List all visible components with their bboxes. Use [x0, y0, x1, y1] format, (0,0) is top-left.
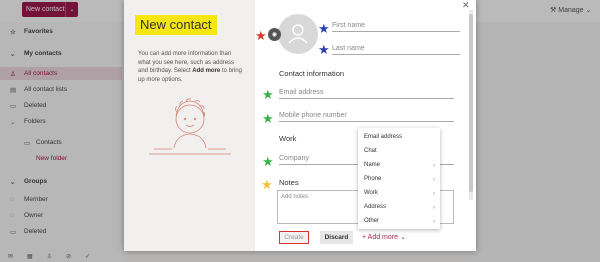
person-icon — [288, 24, 308, 44]
chevron-down-icon: ⌄ — [398, 234, 406, 241]
chevron-right-icon: › — [432, 161, 435, 169]
menu-item-label: Work — [364, 190, 378, 196]
contact-information-heading: Contact information — [279, 69, 345, 78]
menu-item-label: Chat — [364, 148, 377, 154]
menu-item-phone[interactable]: Phone › — [358, 172, 440, 186]
menu-item-work[interactable]: Work › — [358, 186, 440, 200]
dialog-description: You can add more information than what y… — [138, 50, 244, 84]
yellow-star-icon: ★ — [261, 177, 273, 192]
email-field[interactable]: Email address — [279, 89, 454, 99]
description-bold: Add more — [192, 68, 221, 74]
avatar[interactable] — [278, 14, 318, 54]
chevron-right-icon: › — [432, 203, 435, 211]
chevron-right-icon: › — [432, 189, 435, 197]
chevron-right-icon: › — [432, 175, 435, 183]
menu-item-other[interactable]: Other › — [358, 214, 440, 228]
menu-item-label: Name — [364, 162, 381, 168]
chevron-right-icon: › — [432, 217, 435, 225]
person-illustration — [149, 98, 231, 155]
scrollbar-thumb[interactable] — [469, 14, 473, 192]
notes-heading: Notes — [279, 178, 299, 187]
work-heading: Work — [279, 134, 297, 143]
green-star-icon: ★ — [262, 154, 274, 169]
add-more-label: Add more — [367, 234, 399, 241]
green-star-icon: ★ — [262, 111, 274, 126]
menu-item-label: Phone — [364, 176, 382, 182]
menu-item-chat[interactable]: Chat — [358, 144, 440, 158]
green-star-icon: ★ — [262, 87, 274, 102]
camera-icon[interactable]: ◉ — [268, 28, 281, 41]
new-contact-dialog: New contact You can add more information… — [124, 0, 476, 251]
first-name-field[interactable]: First name — [332, 22, 460, 32]
menu-item-email-address[interactable]: Email address — [358, 130, 440, 144]
red-star-icon: ★ — [255, 28, 267, 43]
add-more-menu: Email address Chat Name › Phone › Work ›… — [358, 128, 440, 229]
create-button[interactable]: Create — [279, 231, 309, 244]
menu-item-name[interactable]: Name › — [358, 158, 440, 172]
info-panel: New contact You can add more information… — [124, 0, 255, 251]
menu-item-label: Email address — [364, 134, 403, 140]
discard-button[interactable]: Discard — [320, 231, 353, 244]
dialog-title: New contact — [135, 15, 217, 35]
last-name-field[interactable]: Last name — [332, 45, 460, 55]
menu-item-label: Other — [364, 218, 380, 224]
mobile-phone-field[interactable]: Mobile phone number — [279, 112, 454, 122]
blue-star-icon: ★ — [318, 21, 330, 36]
menu-item-address[interactable]: Address › — [358, 200, 440, 214]
add-more-button[interactable]: + Add more ⌄ — [362, 233, 406, 241]
menu-item-label: Address — [364, 204, 387, 210]
blue-star-icon: ★ — [318, 42, 330, 57]
